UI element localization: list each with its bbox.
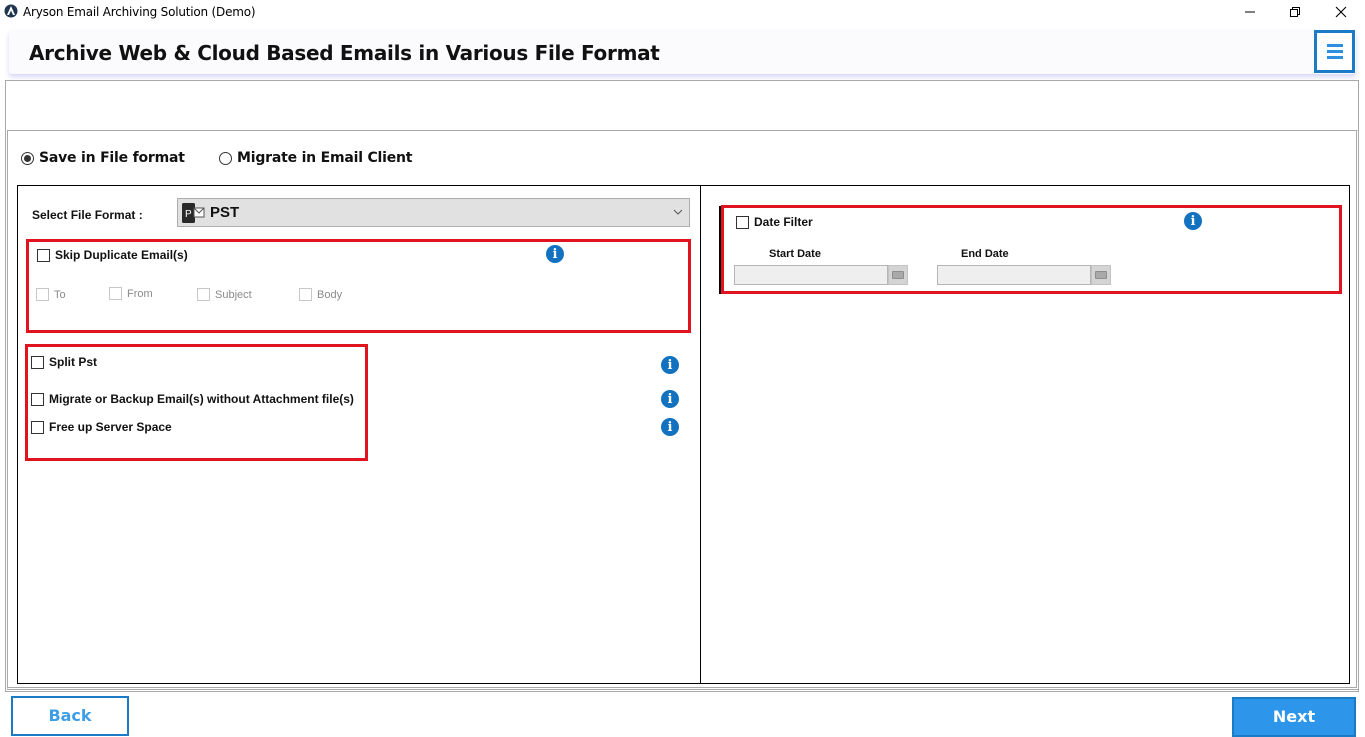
checkbox-box bbox=[36, 288, 49, 301]
split-pst-checkbox[interactable]: Split Pst bbox=[31, 355, 97, 369]
criteria-to-checkbox[interactable]: To bbox=[36, 288, 66, 301]
start-date-input[interactable] bbox=[734, 265, 888, 285]
checkbox-box bbox=[31, 355, 44, 369]
checkbox-label: Migrate or Backup Email(s) without Attac… bbox=[49, 392, 354, 406]
checkbox-label: Skip Duplicate Email(s) bbox=[55, 248, 188, 262]
chevron-down-icon bbox=[673, 209, 683, 215]
radio-label: Save in File format bbox=[39, 150, 185, 166]
next-button[interactable]: Next bbox=[1232, 697, 1356, 737]
page-header: Archive Web & Cloud Based Emails in Vari… bbox=[9, 30, 1356, 74]
app-logo-icon bbox=[4, 4, 18, 18]
checkbox-box bbox=[736, 215, 749, 229]
radio-migrate-in-email-client[interactable]: Migrate in Email Client bbox=[219, 150, 413, 166]
menu-button[interactable] bbox=[1314, 30, 1355, 73]
page-title: Archive Web & Cloud Based Emails in Vari… bbox=[29, 41, 660, 65]
hamburger-line bbox=[1326, 56, 1343, 59]
pst-file-icon: P bbox=[182, 203, 205, 223]
checkbox-box bbox=[31, 392, 44, 406]
date-filter-info-icon[interactable]: i bbox=[1184, 212, 1202, 230]
title-bar: Aryson Email Archiving Solution (Demo) bbox=[0, 0, 1365, 26]
start-date-picker-button[interactable] bbox=[888, 265, 908, 285]
checkbox-box bbox=[299, 288, 312, 301]
svg-text:P: P bbox=[185, 209, 192, 220]
skip-duplicate-checkbox[interactable]: Skip Duplicate Email(s) bbox=[37, 248, 188, 262]
free-up-server-space-info-icon[interactable]: i bbox=[661, 418, 679, 436]
close-icon bbox=[1335, 6, 1347, 18]
checkbox-label: Free up Server Space bbox=[49, 420, 172, 434]
radio-label: Migrate in Email Client bbox=[237, 150, 413, 166]
end-date-picker-button[interactable] bbox=[1091, 265, 1111, 285]
restore-button[interactable] bbox=[1272, 0, 1318, 24]
checkbox-label: Body bbox=[317, 288, 343, 301]
restore-icon bbox=[1290, 7, 1300, 17]
checkbox-label: Split Pst bbox=[49, 355, 98, 369]
checkbox-label: From bbox=[127, 287, 153, 300]
checkbox-label: Date Filter bbox=[754, 215, 813, 229]
split-pst-info-icon[interactable]: i bbox=[661, 356, 679, 374]
checkbox-box bbox=[37, 248, 50, 262]
checkbox-label: To bbox=[54, 288, 66, 301]
end-date-label: End Date bbox=[961, 248, 1009, 260]
close-button[interactable] bbox=[1318, 0, 1364, 24]
radio-save-in-file-format[interactable]: Save in File format bbox=[21, 150, 185, 166]
free-up-server-space-checkbox[interactable]: Free up Server Space bbox=[31, 420, 172, 434]
start-date-label: Start Date bbox=[769, 248, 821, 260]
radio-selected-indicator bbox=[21, 151, 34, 165]
calendar-icon bbox=[1095, 271, 1107, 279]
file-format-dropdown[interactable]: P PST bbox=[177, 198, 690, 227]
select-file-format-label: Select File Format : bbox=[32, 208, 143, 222]
selected-file-format: PST bbox=[210, 204, 240, 221]
skip-duplicate-info-icon[interactable]: i bbox=[546, 245, 564, 263]
hamburger-line bbox=[1326, 50, 1343, 53]
minimize-icon bbox=[1245, 11, 1255, 13]
without-attachment-checkbox[interactable]: Migrate or Backup Email(s) without Attac… bbox=[31, 392, 354, 406]
checkbox-box bbox=[31, 420, 44, 434]
checkbox-label: Subject bbox=[215, 288, 252, 301]
back-button[interactable]: Back bbox=[11, 696, 129, 736]
hamburger-menu-icon bbox=[1326, 44, 1343, 47]
checkbox-box bbox=[197, 288, 210, 301]
criteria-from-checkbox[interactable]: From bbox=[109, 287, 153, 300]
checkbox-box bbox=[109, 287, 122, 300]
end-date-input[interactable] bbox=[937, 265, 1091, 285]
window-title: Aryson Email Archiving Solution (Demo) bbox=[23, 5, 256, 19]
minimize-button[interactable] bbox=[1227, 0, 1273, 24]
radio-unselected-indicator bbox=[219, 151, 232, 165]
date-filter-checkbox[interactable]: Date Filter bbox=[736, 215, 813, 229]
without-attachment-info-icon[interactable]: i bbox=[661, 390, 679, 408]
criteria-subject-checkbox[interactable]: Subject bbox=[197, 288, 252, 301]
calendar-icon bbox=[892, 271, 904, 279]
criteria-body-checkbox[interactable]: Body bbox=[299, 288, 342, 301]
